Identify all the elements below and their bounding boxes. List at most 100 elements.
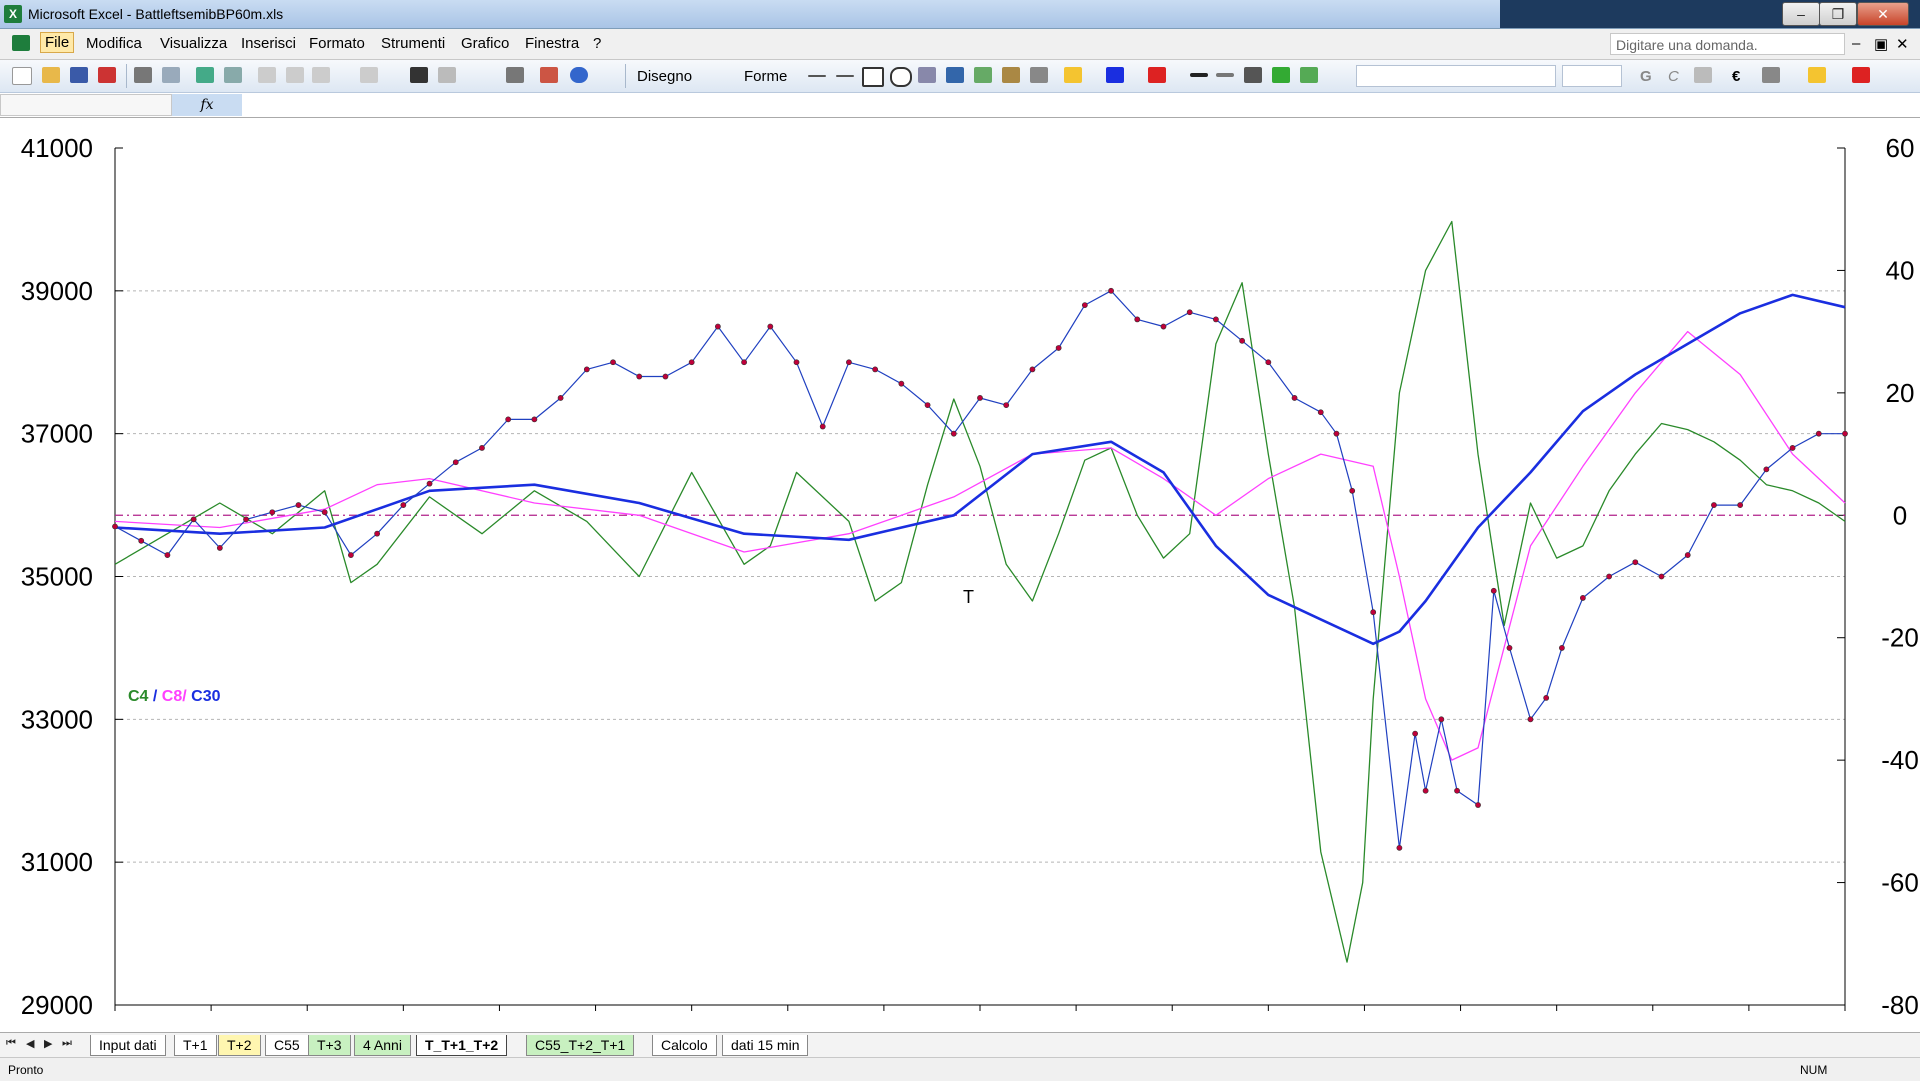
textbox-icon[interactable] bbox=[918, 67, 936, 83]
bold-icon[interactable]: G bbox=[1640, 68, 1652, 85]
3d-icon[interactable] bbox=[1300, 67, 1318, 83]
price-marker bbox=[1396, 844, 1403, 851]
permission-icon[interactable] bbox=[98, 67, 116, 83]
workbook-minimize-button[interactable]: – bbox=[1852, 35, 1860, 52]
price-marker bbox=[1543, 695, 1550, 701]
menu-file[interactable]: File bbox=[40, 32, 75, 53]
arrow-tool-icon[interactable] bbox=[836, 75, 854, 77]
forme-menu[interactable]: Forme bbox=[744, 68, 787, 85]
line-style-icon[interactable] bbox=[1190, 73, 1208, 77]
new-file-icon[interactable] bbox=[12, 67, 32, 85]
chart-object-select[interactable] bbox=[1356, 65, 1556, 87]
print-icon[interactable] bbox=[134, 67, 152, 83]
tab-c55-t2-t1[interactable]: C55_T+2_T+1 bbox=[526, 1035, 635, 1056]
tab-input-dati[interactable]: Input dati bbox=[90, 1035, 166, 1056]
price-marker bbox=[1789, 445, 1796, 451]
line-color-icon[interactable] bbox=[1106, 67, 1124, 83]
menu-visualizza[interactable]: Visualizza bbox=[160, 35, 227, 52]
last-sheet-icon[interactable]: ⏭ bbox=[62, 1037, 72, 1050]
menu-help[interactable]: ? bbox=[593, 35, 601, 52]
cut-icon[interactable] bbox=[258, 67, 276, 83]
font-size-select[interactable] bbox=[1562, 65, 1622, 87]
y-left-tick-label: 37000 bbox=[21, 419, 93, 449]
help-icon[interactable] bbox=[570, 67, 588, 83]
workbook-close-button[interactable]: ✕ bbox=[1896, 35, 1909, 53]
price-marker bbox=[557, 395, 564, 401]
wordart-icon[interactable] bbox=[946, 67, 964, 83]
price-marker bbox=[1490, 587, 1497, 594]
help-question-input[interactable]: Digitare una domanda. bbox=[1610, 33, 1845, 55]
close-button[interactable]: ✕ bbox=[1857, 2, 1909, 26]
next-sheet-icon[interactable]: ▶ bbox=[44, 1037, 52, 1050]
copy-icon[interactable] bbox=[286, 67, 304, 83]
italic-icon[interactable]: C bbox=[1668, 68, 1679, 85]
chart-type-icon[interactable] bbox=[410, 67, 428, 83]
y-right-tick-label: 60 bbox=[1886, 133, 1915, 163]
text-color-icon[interactable] bbox=[1852, 67, 1870, 83]
sort-icon[interactable] bbox=[506, 67, 524, 83]
print-preview-icon[interactable] bbox=[162, 67, 180, 83]
menu-grafico[interactable]: Grafico bbox=[461, 35, 509, 52]
tab-t-plus-2[interactable]: T+2 bbox=[218, 1035, 261, 1056]
spelling-icon[interactable] bbox=[196, 67, 214, 83]
excel-app-icon[interactable]: X bbox=[4, 5, 22, 23]
menu-strumenti[interactable]: Strumenti bbox=[381, 35, 445, 52]
minimize-button[interactable]: ‒ bbox=[1782, 2, 1820, 26]
oval-tool-icon[interactable] bbox=[890, 67, 912, 87]
tab-4-anni[interactable]: 4 Anni bbox=[354, 1035, 411, 1056]
price-marker bbox=[767, 323, 774, 330]
restore-button[interactable]: ❐ bbox=[1819, 2, 1857, 26]
borders-icon[interactable] bbox=[1762, 67, 1780, 83]
name-box[interactable] bbox=[0, 94, 172, 116]
tab-calcolo[interactable]: Calcolo bbox=[652, 1035, 717, 1056]
dash-style-icon[interactable] bbox=[1216, 73, 1234, 77]
workbook-icon[interactable] bbox=[12, 35, 30, 51]
menu-finestra[interactable]: Finestra bbox=[525, 35, 579, 52]
tab-t-plus-1[interactable]: T+1 bbox=[174, 1035, 217, 1056]
y-right-tick-label: 40 bbox=[1886, 255, 1915, 285]
chart-wizard-icon[interactable] bbox=[540, 67, 558, 83]
menu-inserisci[interactable]: Inserisci bbox=[241, 35, 296, 52]
arrow-style-icon[interactable] bbox=[1244, 67, 1262, 83]
research-icon[interactable] bbox=[224, 67, 242, 83]
disegno-menu[interactable]: Disegno bbox=[637, 68, 692, 85]
font-color-icon[interactable] bbox=[1148, 67, 1166, 83]
cell-fill-icon[interactable] bbox=[1808, 67, 1826, 83]
clipart-icon[interactable] bbox=[1002, 67, 1020, 83]
sigma-icon[interactable] bbox=[438, 67, 456, 83]
tab-c55[interactable]: C55 bbox=[265, 1035, 309, 1056]
insert-function-button[interactable]: fx bbox=[172, 94, 242, 116]
line-tool-icon[interactable] bbox=[808, 75, 826, 77]
first-sheet-icon[interactable]: ⏮ bbox=[6, 1037, 16, 1050]
save-icon[interactable] bbox=[70, 67, 88, 83]
sheet-tabs-bar: ⏮ ◀ ▶ ⏭ Input dati T+1 T+2 C55 T+3 4 Ann… bbox=[0, 1032, 1920, 1057]
paste-icon[interactable] bbox=[312, 67, 330, 83]
price-marker bbox=[1003, 402, 1010, 408]
y-right-tick-label: -40 bbox=[1881, 745, 1919, 775]
diagram-icon[interactable] bbox=[974, 67, 992, 83]
open-folder-icon[interactable] bbox=[42, 67, 60, 83]
y-left-tick-label: 31000 bbox=[21, 847, 93, 877]
legend-c30: C30 bbox=[187, 688, 221, 705]
tab-t-plus-3[interactable]: T+3 bbox=[308, 1035, 351, 1056]
toolbar-separator bbox=[126, 64, 127, 88]
menu-formato[interactable]: Formato bbox=[309, 35, 365, 52]
fill-color-icon[interactable] bbox=[1064, 67, 1082, 83]
euro-icon[interactable]: € bbox=[1732, 68, 1740, 85]
price-marker bbox=[1081, 302, 1088, 309]
legend-c8: C8/ bbox=[162, 688, 187, 705]
undo-icon[interactable] bbox=[360, 67, 378, 83]
chart-area[interactable]: 41000 39000 37000 35000 33000 31000 29000 60 40 2… bbox=[0, 118, 1920, 1030]
line-chart[interactable]: 41000 39000 37000 35000 33000 31000 29000 60 40 2… bbox=[0, 118, 1920, 1030]
workbook-restore-button[interactable]: ▣ bbox=[1874, 35, 1888, 53]
price-marker bbox=[243, 516, 249, 523]
prev-sheet-icon[interactable]: ◀ bbox=[26, 1037, 34, 1050]
tab-t-t1-t2[interactable]: T_T+1_T+2 bbox=[416, 1035, 508, 1056]
picture-icon[interactable] bbox=[1030, 67, 1048, 83]
menu-modifica[interactable]: Modifica bbox=[86, 35, 142, 52]
shadow-icon[interactable] bbox=[1272, 67, 1290, 83]
rectangle-tool-icon[interactable] bbox=[862, 67, 884, 87]
tab-dati-15-min[interactable]: dati 15 min bbox=[722, 1035, 809, 1056]
align-icon[interactable] bbox=[1694, 67, 1712, 83]
price-marker bbox=[1842, 430, 1848, 437]
